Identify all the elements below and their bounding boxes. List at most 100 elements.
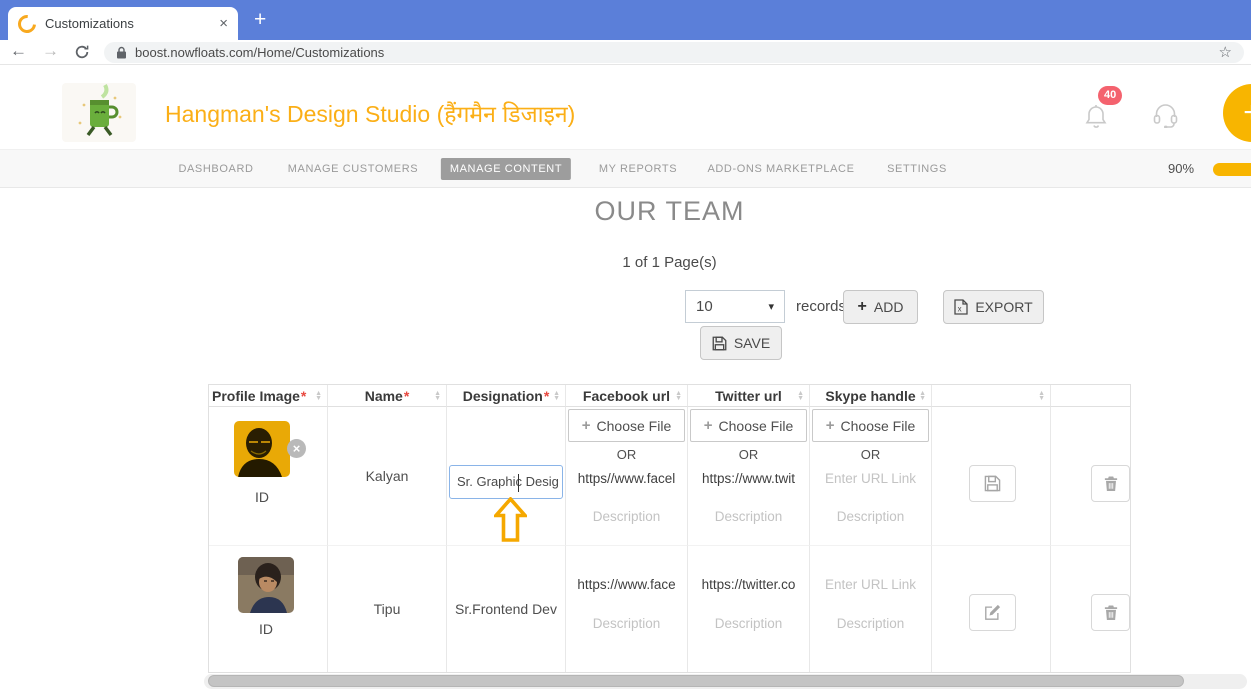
sort-icon[interactable]: ▲▼ <box>1038 391 1045 401</box>
row-delete-button[interactable] <box>1091 465 1130 502</box>
delete-cell <box>1051 546 1130 672</box>
sort-icon[interactable]: ▲▼ <box>675 391 682 401</box>
col-header-name[interactable]: Name* ▲▼ <box>328 385 447 407</box>
sort-icon[interactable]: ▲▼ <box>434 391 441 401</box>
add-button[interactable]: + ADD <box>843 290 918 324</box>
header-label: Facebook url <box>583 388 670 404</box>
header-label: Skype handle <box>825 388 915 404</box>
choose-file-label: Choose File <box>719 418 794 434</box>
notifications-bell-icon[interactable] <box>1084 103 1108 135</box>
twitter-url-input[interactable]: https://twitter.co <box>688 577 809 592</box>
export-button-label: EXPORT <box>975 299 1032 315</box>
edit-pencil-icon <box>984 604 1001 621</box>
nav-manage-content[interactable]: MANAGE CONTENT <box>441 158 571 180</box>
url-bar[interactable]: boost.nowfloats.com/Home/Customizations … <box>104 42 1244 63</box>
save-floppy-icon <box>712 336 727 351</box>
nav-dashboard[interactable]: DASHBOARD <box>178 163 253 175</box>
description-input[interactable]: Description <box>810 616 931 631</box>
designation-input[interactable]: Sr. Graphic Desig <box>449 465 563 499</box>
skype-cell: + Choose File OR Enter URL Link Descript… <box>810 407 932 546</box>
skype-cell: Enter URL Link Description <box>810 546 932 672</box>
row-delete-button[interactable] <box>1091 594 1130 631</box>
choose-file-button[interactable]: + Choose File <box>812 409 929 442</box>
lock-icon <box>116 46 127 59</box>
choose-file-button[interactable]: + Choose File <box>690 409 807 442</box>
forward-icon[interactable]: → <box>42 41 59 61</box>
pagination-text: 1 of 1 Page(s) <box>208 254 1131 271</box>
header-label: Twitter url <box>715 388 782 404</box>
id-label: ID <box>238 621 294 637</box>
twitter-url-input[interactable]: https://www.twit <box>688 471 809 486</box>
facebook-cell: https://www.face Description <box>566 546 688 672</box>
scrollbar-thumb[interactable] <box>208 675 1184 687</box>
sort-icon[interactable]: ▲▼ <box>919 391 926 401</box>
description-input[interactable]: Description <box>566 616 687 631</box>
url-text[interactable]: boost.nowfloats.com/Home/Customizations <box>135 45 384 60</box>
bookmark-star-icon[interactable]: ☆ <box>1219 45 1232 60</box>
sort-icon[interactable]: ▲▼ <box>315 391 322 401</box>
choose-file-button[interactable]: + Choose File <box>568 409 685 442</box>
twitter-cell: + Choose File OR https://www.twit Descri… <box>688 407 810 546</box>
trash-icon <box>1104 475 1118 492</box>
col-header-skype-handle[interactable]: Skype handle ▲▼ <box>810 385 932 407</box>
facebook-url-input[interactable]: https//www.facel <box>566 471 687 486</box>
browser-tab-strip: Customizations × + <box>0 0 1251 40</box>
add-fab-button[interactable]: + <box>1223 84 1251 142</box>
name-value[interactable]: Kalyan <box>366 468 409 484</box>
col-header-facebook-url[interactable]: Facebook url ▲▼ <box>566 385 688 407</box>
col-header-actions[interactable]: ▲▼ <box>932 385 1051 407</box>
business-name: Hangman's Design Studio (हैंगमैन डिजाइन) <box>165 97 575 129</box>
name-value[interactable]: Tipu <box>374 601 401 617</box>
export-file-icon: x <box>954 299 968 315</box>
plus-icon: + <box>704 417 713 434</box>
skype-url-input[interactable]: Enter URL Link <box>810 471 931 486</box>
name-cell: Tipu <box>328 546 447 672</box>
description-input[interactable]: Description <box>688 509 809 524</box>
horizontal-scrollbar[interactable] <box>204 674 1247 689</box>
row-save-button[interactable] <box>969 465 1016 502</box>
records-count-select[interactable]: 10 ▾ <box>685 290 785 323</box>
header-label: Profile Image <box>212 388 300 404</box>
nav-my-reports[interactable]: MY REPORTS <box>599 163 677 175</box>
skype-url-input[interactable]: Enter URL Link <box>810 577 931 592</box>
browser-tab[interactable]: Customizations × <box>8 7 238 40</box>
nav-manage-customers[interactable]: MANAGE CUSTOMERS <box>288 163 418 175</box>
designation-value[interactable]: Sr.Frontend Dev <box>455 601 557 617</box>
table-row-profile-cell: ID <box>209 546 328 672</box>
facebook-url-input[interactable]: https://www.face <box>566 577 687 592</box>
records-label: records <box>796 298 846 315</box>
save-button[interactable]: SAVE <box>700 326 782 360</box>
or-label: OR <box>810 447 931 462</box>
description-input[interactable]: Description <box>566 509 687 524</box>
nav-addons-marketplace[interactable]: ADD-ONS MARKETPLACE <box>707 163 854 175</box>
sort-icon[interactable]: ▲▼ <box>797 391 804 401</box>
actions-cell <box>932 546 1051 672</box>
app-header: Hangman's Design Studio (हैंगमैन डिजाइन)… <box>0 65 1251 150</box>
reload-icon[interactable] <box>74 44 90 65</box>
col-header-twitter-url[interactable]: Twitter url ▲▼ <box>688 385 810 407</box>
back-icon[interactable]: ← <box>10 41 27 61</box>
team-table: Profile Image* ▲▼ Name* ▲▼ Designation* … <box>208 384 1131 673</box>
sort-icon[interactable]: ▲▼ <box>553 391 560 401</box>
or-label: OR <box>688 447 809 462</box>
col-header-designation[interactable]: Designation* ▲▼ <box>447 385 566 407</box>
nav-settings[interactable]: SETTINGS <box>887 163 947 175</box>
designation-cell: Sr.Frontend Dev <box>447 546 566 672</box>
close-tab-icon[interactable]: × <box>219 15 228 32</box>
remove-image-icon[interactable]: × <box>287 439 306 458</box>
support-headset-icon[interactable] <box>1152 103 1179 133</box>
description-input[interactable]: Description <box>810 509 931 524</box>
name-cell: Kalyan <box>328 407 447 546</box>
add-button-label: ADD <box>874 299 904 315</box>
export-button[interactable]: x EXPORT <box>943 290 1044 324</box>
chevron-down-icon: ▾ <box>768 300 774 313</box>
records-count-value: 10 <box>696 298 713 315</box>
row-edit-button[interactable] <box>969 594 1016 631</box>
profile-image-tipu[interactable] <box>238 557 294 613</box>
new-tab-button[interactable]: + <box>254 8 266 32</box>
required-marker: * <box>544 388 549 404</box>
col-header-profile-image[interactable]: Profile Image* ▲▼ <box>209 385 328 407</box>
choose-file-label: Choose File <box>597 418 672 434</box>
profile-image-kalyan[interactable] <box>234 421 290 477</box>
description-input[interactable]: Description <box>688 616 809 631</box>
